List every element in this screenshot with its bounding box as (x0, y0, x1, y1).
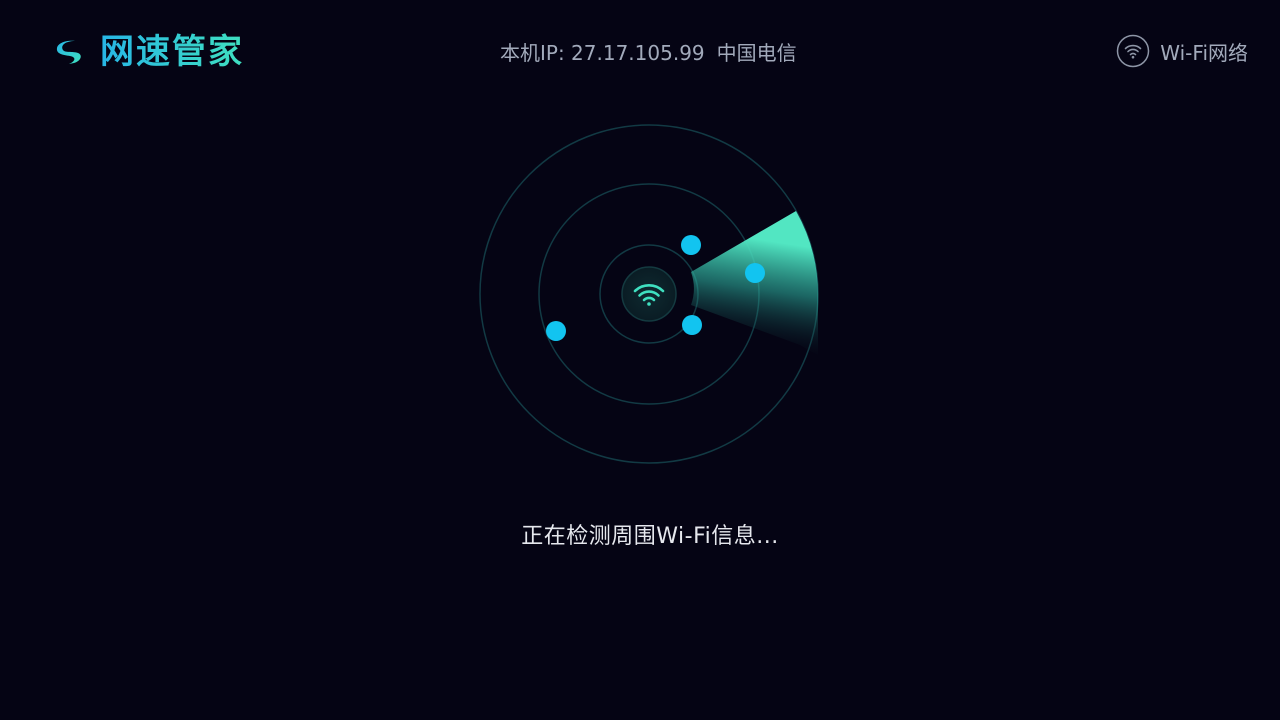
swirl-logo-icon (54, 35, 88, 69)
local-ip: 本机IP: 27.17.105.99 (500, 40, 705, 65)
device-dot[interactable] (745, 263, 765, 283)
app-name: 网速管家 (100, 32, 244, 72)
device-dot[interactable] (681, 235, 701, 255)
device-dot[interactable] (682, 315, 702, 335)
radar-core (621, 266, 677, 322)
ip-info: 本机IP: 27.17.105.99 中国电信 (500, 36, 797, 66)
scan-screen: 网速管家 本机IP: 27.17.105.99 中国电信 Wi-Fi网络 正在检… (0, 0, 1280, 720)
app-logo: 网速管家 (54, 30, 244, 74)
wifi-circle-icon (1116, 34, 1150, 68)
device-dot[interactable] (546, 321, 566, 341)
radar-scanner (470, 115, 830, 475)
scan-status-text: 正在检测周围Wi-Fi信息... (521, 524, 779, 549)
wifi-network-label: Wi-Fi网络 (1160, 40, 1248, 65)
wifi-network-button[interactable]: Wi-Fi网络 (1116, 33, 1248, 69)
radar-sweep (691, 211, 818, 355)
isp-name: 中国电信 (716, 40, 797, 65)
